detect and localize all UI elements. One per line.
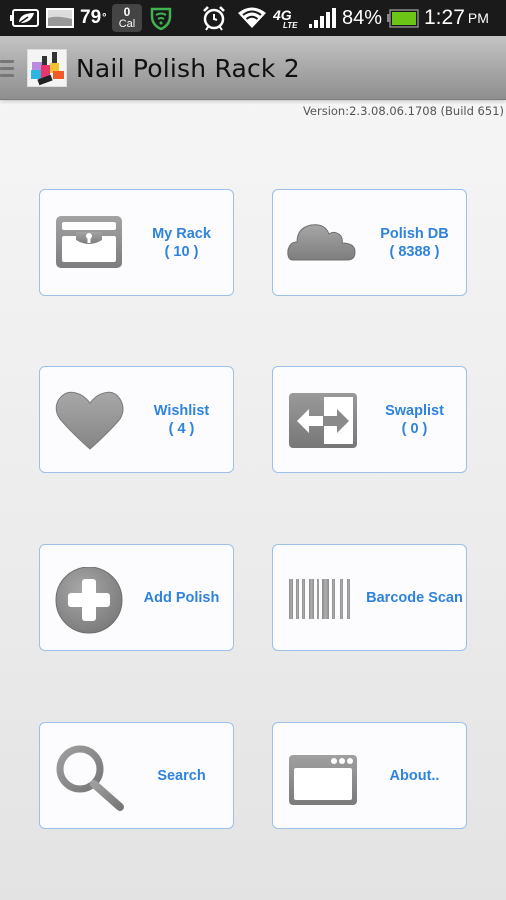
- tile-count: ( 0 ): [401, 420, 428, 437]
- app-title: Nail Polish Rack 2: [76, 54, 300, 83]
- barcode-scan-button[interactable]: Barcode Scan: [272, 544, 467, 651]
- tile-label: Add Polish: [143, 589, 220, 606]
- tile-label: About..: [389, 767, 440, 784]
- add-polish-button[interactable]: Add Polish: [39, 544, 234, 651]
- tile-label: Polish DB: [380, 225, 449, 242]
- search-button[interactable]: Search: [39, 722, 234, 829]
- status-bar: 79 ° 0 Cal 4G LTE 84% 1:27 PM: [0, 0, 506, 36]
- action-bar: Nail Polish Rack 2: [0, 36, 506, 100]
- window-icon: [287, 745, 359, 807]
- barcode-icon: [287, 567, 359, 629]
- wifi-icon: [237, 0, 267, 36]
- heart-icon: [54, 389, 126, 451]
- weather-temperature: 79 °: [80, 7, 107, 28]
- about-button[interactable]: About..: [272, 722, 467, 829]
- signal-strength-icon: [308, 0, 336, 36]
- tile-label: Wishlist: [153, 402, 210, 419]
- eco-battery-icon: [10, 0, 40, 36]
- calorie-widget: 0 Cal: [112, 4, 142, 32]
- svg-text:LTE: LTE: [283, 21, 298, 30]
- alarm-clock-icon: [201, 0, 227, 36]
- tile-label: Barcode Scan: [366, 589, 463, 606]
- battery-percent: 84%: [342, 6, 383, 29]
- version-text: Version:2.3.08.06.1708 (Build 651): [302, 104, 504, 118]
- battery-icon: [387, 0, 419, 36]
- tile-label: Swaplist: [385, 402, 444, 419]
- tile-count: ( 10 ): [164, 243, 199, 260]
- polish-db-button[interactable]: Polish DB ( 8388 ): [272, 189, 467, 296]
- wishlist-button[interactable]: Wishlist ( 4 ): [39, 366, 234, 473]
- app-logo-icon[interactable]: [27, 49, 67, 87]
- cloud-icon: [287, 212, 359, 274]
- plus-circle-icon: [54, 566, 126, 634]
- swaplist-button[interactable]: Swaplist ( 0 ): [272, 366, 467, 473]
- tile-label: My Rack: [152, 225, 211, 242]
- my-rack-button[interactable]: My Rack ( 10 ): [39, 189, 234, 296]
- clock: 1:27 PM: [424, 6, 489, 29]
- gallery-icon: [46, 0, 74, 36]
- tile-count: ( 4 ): [168, 420, 195, 437]
- lte-4g-icon: 4G LTE: [273, 0, 303, 36]
- security-shield-icon: [150, 0, 172, 36]
- tile-count: ( 8388 ): [389, 243, 440, 260]
- treasure-chest-icon: [54, 212, 126, 274]
- swap-arrows-icon: [287, 389, 359, 451]
- drawer-menu-icon[interactable]: [0, 60, 14, 78]
- tile-label: Search: [157, 767, 206, 784]
- magnifier-icon: [54, 745, 126, 811]
